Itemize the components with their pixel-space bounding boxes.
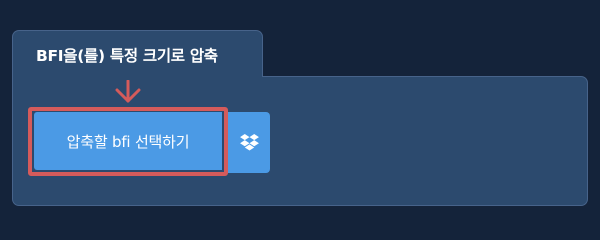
dropbox-button[interactable] xyxy=(228,112,270,173)
select-file-button[interactable]: 압축할 bfi 선택하기 xyxy=(34,112,222,170)
tab-title: BFI을(를) 특정 크기로 압축 xyxy=(36,47,218,65)
dropbox-icon xyxy=(239,134,259,151)
pointer-arrow-icon xyxy=(115,80,141,103)
